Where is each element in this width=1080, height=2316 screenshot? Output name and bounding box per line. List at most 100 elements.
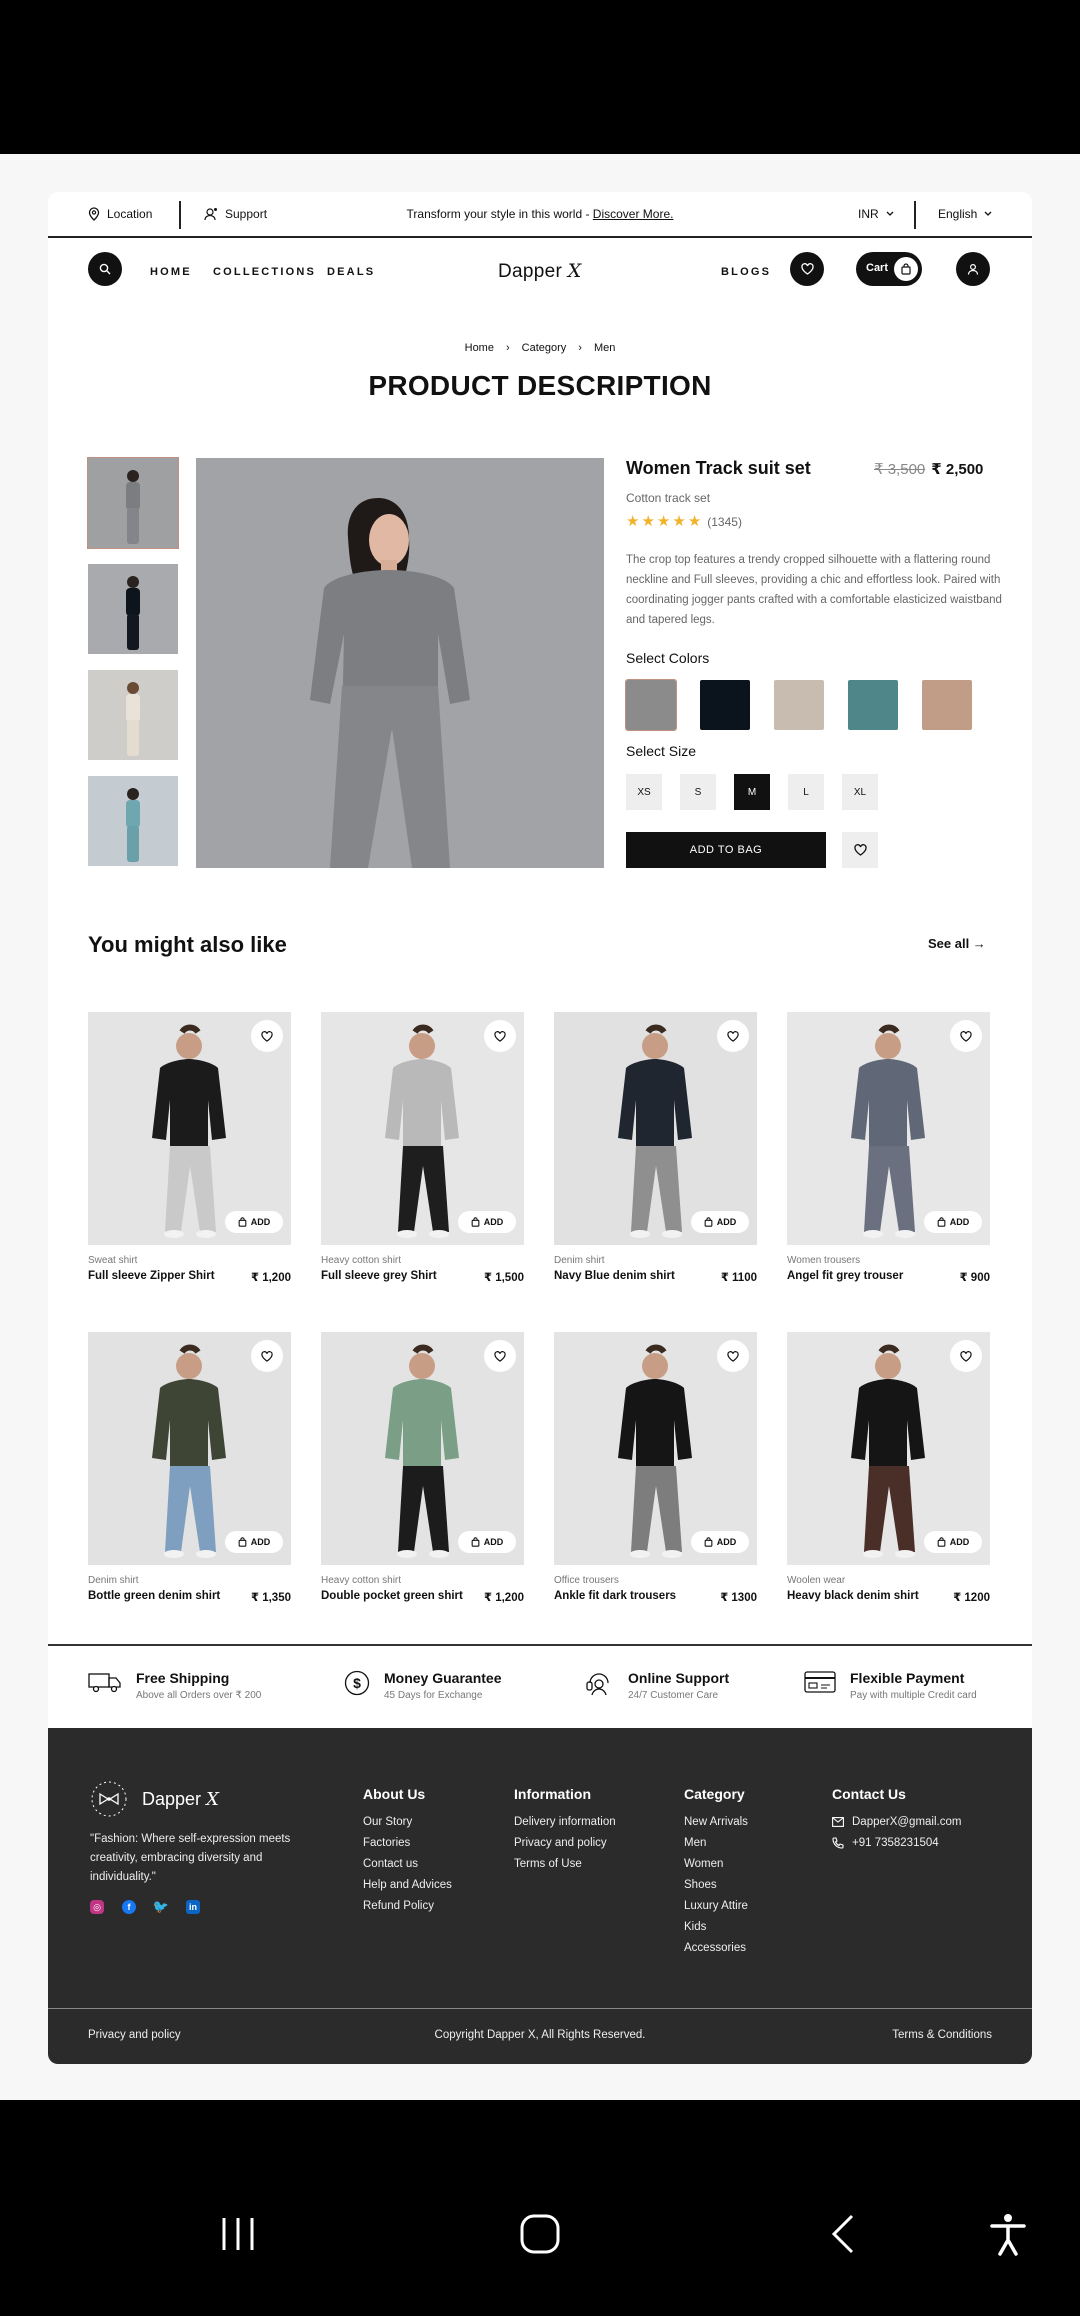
nav-home[interactable]: HOME [150, 266, 192, 278]
wishlist-heart-button[interactable] [484, 1340, 516, 1372]
footer-link[interactable]: Privacy and policy [514, 1837, 616, 1849]
thumbnail-4[interactable] [88, 776, 178, 866]
product-card-image[interactable]: ADD [321, 1012, 524, 1245]
search-button[interactable] [88, 252, 122, 286]
wishlist-heart-button[interactable] [717, 1340, 749, 1372]
footer-link[interactable]: Factories [363, 1837, 452, 1849]
product-card-name[interactable]: Bottle green denim shirt [88, 1590, 220, 1604]
product-card[interactable]: ADD Denim shirt Navy Blue denim shirt ₹ 110… [554, 1012, 757, 1284]
discover-more-link[interactable]: Discover More. [593, 207, 674, 221]
quick-add-button[interactable]: ADD [458, 1531, 516, 1553]
size-s[interactable]: S [680, 774, 716, 810]
footer-link[interactable]: Refund Policy [363, 1900, 452, 1912]
color-swatch-tan[interactable] [922, 680, 972, 730]
size-xl[interactable]: XL [842, 774, 878, 810]
product-card-name[interactable]: Full sleeve Zipper Shirt [88, 1270, 215, 1284]
footer-link[interactable]: Terms of Use [514, 1858, 616, 1870]
product-card-image[interactable]: ADD [554, 1332, 757, 1565]
terms-link[interactable]: Terms & Conditions [892, 2029, 992, 2041]
currency-select[interactable]: INR [858, 207, 894, 221]
back-button[interactable] [820, 2210, 868, 2263]
footer-link[interactable]: Men [684, 1837, 748, 1849]
color-swatch-navy[interactable] [700, 680, 750, 730]
wishlist-heart-button[interactable] [251, 1340, 283, 1372]
product-card[interactable]: ADD Women trousers Angel fit grey trouser ₹… [787, 1012, 990, 1284]
recent-apps-button[interactable] [214, 2210, 262, 2263]
quick-add-button[interactable]: ADD [691, 1211, 749, 1233]
product-card[interactable]: ADD Sweat shirt Full sleeve Zipper Shirt ₹ … [88, 1012, 291, 1284]
size-m[interactable]: M [734, 774, 770, 810]
footer-link[interactable]: Shoes [684, 1879, 748, 1891]
accessibility-button[interactable] [984, 2210, 1032, 2263]
size-xs[interactable]: XS [626, 774, 662, 810]
color-swatch-grey[interactable] [625, 679, 677, 731]
thumbnail-2[interactable] [88, 564, 178, 654]
product-card-image[interactable]: ADD [787, 1332, 990, 1565]
see-all-link[interactable]: See all → [928, 936, 986, 951]
language-select[interactable]: English [938, 207, 992, 221]
footer-link[interactable]: Help and Advices [363, 1879, 452, 1891]
wishlist-heart-button[interactable] [717, 1020, 749, 1052]
footer-link[interactable]: Delivery information [514, 1816, 616, 1828]
product-card[interactable]: ADD Heavy cotton shirt Full sleeve grey Sh… [321, 1012, 524, 1284]
product-card-name[interactable]: Double pocket green shirt [321, 1590, 463, 1604]
product-card[interactable]: ADD Denim shirt Bottle green denim shirt ₹ … [88, 1332, 291, 1604]
add-to-bag-button[interactable]: ADD TO BAG [626, 832, 826, 868]
linkedin-icon[interactable]: in [186, 1900, 200, 1914]
quick-add-button[interactable]: ADD [691, 1531, 749, 1553]
product-card-name[interactable]: Angel fit grey trouser [787, 1270, 903, 1284]
product-card-name[interactable]: Heavy black denim shirt [787, 1590, 919, 1604]
facebook-icon[interactable]: f [122, 1900, 136, 1914]
cart-button[interactable]: Cart [856, 252, 922, 286]
instagram-icon[interactable]: ◎ [90, 1900, 104, 1914]
twitter-icon[interactable]: 🐦 [153, 1899, 169, 1914]
footer-link[interactable]: New Arrivals [684, 1816, 748, 1828]
wishlist-heart-button[interactable] [950, 1340, 982, 1372]
thumbnail-3[interactable] [88, 670, 178, 760]
nav-deals[interactable]: DEALS [327, 266, 375, 278]
color-swatch-beige[interactable] [774, 680, 824, 730]
product-card[interactable]: ADD Woolen wear Heavy black denim shirt ₹ 1… [787, 1332, 990, 1604]
breadcrumb-men[interactable]: Men [594, 342, 615, 354]
size-l[interactable]: L [788, 774, 824, 810]
footer-logo[interactable]: Dapper X [90, 1780, 219, 1818]
nav-collections[interactable]: COLLECTIONS [213, 266, 316, 278]
wishlist-heart-button[interactable] [484, 1020, 516, 1052]
footer-link[interactable]: Women [684, 1858, 748, 1870]
quick-add-button[interactable]: ADD [458, 1211, 516, 1233]
footer-link[interactable]: Accessories [684, 1942, 748, 1954]
product-card-name[interactable]: Full sleeve grey Shirt [321, 1270, 437, 1284]
home-button[interactable] [516, 2210, 564, 2263]
color-swatch-teal[interactable] [848, 680, 898, 730]
brand-logo[interactable]: Dapper X [498, 260, 582, 283]
contact-email[interactable]: DapperX@gmail.com [832, 1816, 961, 1828]
product-card-image[interactable]: ADD [321, 1332, 524, 1565]
wishlist-heart-button[interactable] [950, 1020, 982, 1052]
product-card-image[interactable]: ADD [554, 1012, 757, 1245]
add-to-wishlist-button[interactable] [842, 832, 878, 868]
quick-add-button[interactable]: ADD [924, 1531, 982, 1553]
breadcrumb-category[interactable]: Category [522, 342, 567, 354]
footer-link[interactable]: Our Story [363, 1816, 452, 1828]
breadcrumb-home[interactable]: Home [465, 342, 494, 354]
product-card-image[interactable]: ADD [787, 1012, 990, 1245]
thumbnail-1[interactable] [87, 457, 179, 549]
wishlist-heart-button[interactable] [251, 1020, 283, 1052]
footer-link[interactable]: Luxury Attire [684, 1900, 748, 1912]
footer-link[interactable]: Kids [684, 1921, 748, 1933]
quick-add-button[interactable]: ADD [924, 1211, 982, 1233]
product-card-name[interactable]: Navy Blue denim shirt [554, 1270, 675, 1284]
product-card-image[interactable]: ADD [88, 1012, 291, 1245]
quick-add-button[interactable]: ADD [225, 1531, 283, 1553]
contact-phone[interactable]: +91 7358231504 [832, 1837, 961, 1849]
footer-link[interactable]: Contact us [363, 1858, 452, 1870]
account-button[interactable] [956, 252, 990, 286]
product-card[interactable]: ADD Heavy cotton shirt Double pocket green… [321, 1332, 524, 1604]
wishlist-button[interactable] [790, 252, 824, 286]
product-card[interactable]: ADD Office trousers Ankle fit dark trouser… [554, 1332, 757, 1604]
product-card-image[interactable]: ADD [88, 1332, 291, 1565]
product-card-name[interactable]: Ankle fit dark trousers [554, 1590, 676, 1604]
nav-blogs[interactable]: BLOGS [721, 266, 771, 278]
bowtie-logo-icon [91, 1781, 127, 1817]
quick-add-button[interactable]: ADD [225, 1211, 283, 1233]
